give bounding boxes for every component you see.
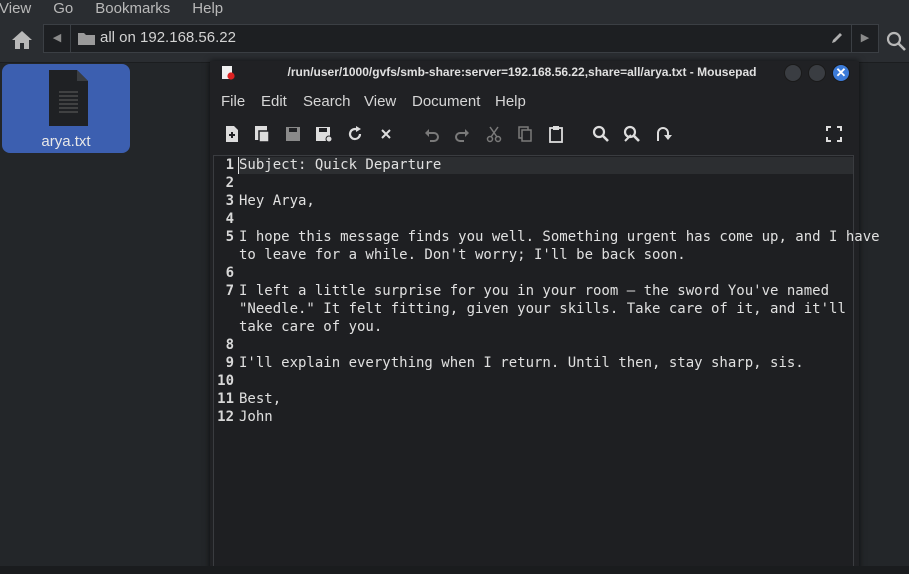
- text-cursor: [238, 157, 239, 174]
- line-number: 9: [225, 355, 234, 371]
- editor-line-text[interactable]: I hope this message finds you well. Some…: [239, 228, 880, 246]
- redo-icon[interactable]: [452, 124, 472, 144]
- menu-file[interactable]: File: [221, 93, 245, 110]
- line-number: 5: [225, 229, 234, 245]
- line-number: 4: [225, 211, 234, 227]
- mousepad-menubar: File Edit Search View Document Help: [210, 91, 859, 113]
- editor-line-text[interactable]: I'll explain everything when I return. U…: [239, 354, 804, 372]
- copy-icon[interactable]: [515, 124, 535, 144]
- menu-document[interactable]: Document: [412, 93, 480, 110]
- file-item-arya[interactable]: arya.txt: [2, 64, 130, 153]
- mousepad-toolbar: [210, 122, 859, 146]
- bottom-bar: [0, 566, 909, 574]
- line-number: 6: [225, 265, 234, 281]
- editor-line-text[interactable]: John: [239, 408, 273, 426]
- location-path[interactable]: all on 192.168.56.22: [100, 29, 236, 46]
- goto-icon[interactable]: [653, 124, 673, 144]
- maximize-button[interactable]: [808, 64, 826, 82]
- fullscreen-icon[interactable]: [824, 124, 844, 144]
- text-editor[interactable]: 1 Subject: Quick Departure 2 3 Hey Arya, 4 5 I …: [213, 155, 880, 569]
- editor-line-text[interactable]: "Needle." It felt fitting, given your sk…: [239, 300, 846, 318]
- close-button[interactable]: ✕: [832, 64, 850, 82]
- window-titlebar[interactable]: /run/user/1000/gvfs/smb-share:server=192…: [210, 61, 859, 84]
- find-icon[interactable]: [591, 124, 611, 144]
- find-replace-icon[interactable]: [622, 124, 642, 144]
- editor-line-text[interactable]: Hey Arya,: [239, 192, 315, 210]
- location-scroll-left-icon[interactable]: ◀: [44, 25, 71, 52]
- line-number: 2: [225, 175, 234, 191]
- line-number: 11: [217, 391, 234, 407]
- new-document-icon[interactable]: [222, 124, 242, 144]
- menu-view[interactable]: View: [364, 93, 396, 110]
- home-icon[interactable]: [11, 30, 33, 50]
- paste-icon[interactable]: [546, 124, 566, 144]
- line-number: 7: [225, 283, 234, 299]
- menu-help[interactable]: Help: [192, 1, 245, 17]
- close-document-icon[interactable]: [376, 124, 396, 144]
- reload-icon[interactable]: [345, 124, 365, 144]
- editor-line-text[interactable]: Subject: Quick Departure: [239, 156, 441, 174]
- file-manager-menubar: View Go Bookmarks Help: [0, 0, 909, 18]
- menu-bookmarks[interactable]: Bookmarks: [95, 1, 192, 17]
- mousepad-window: /run/user/1000/gvfs/smb-share:server=192…: [210, 61, 880, 574]
- editor-line-text[interactable]: take care of you.: [239, 318, 382, 336]
- save-icon[interactable]: [283, 124, 303, 144]
- menu-search[interactable]: Search: [303, 93, 351, 110]
- menu-edit[interactable]: Edit: [261, 93, 287, 110]
- file-name-label: arya.txt: [41, 133, 91, 150]
- editor-line-text[interactable]: to leave for a while. Don't worry; I'll …: [239, 246, 686, 264]
- edit-location-icon[interactable]: [830, 31, 844, 45]
- menu-view[interactable]: View: [0, 1, 53, 17]
- location-scroll-right-icon[interactable]: ▶: [851, 25, 878, 52]
- line-number: 1: [225, 157, 234, 173]
- window-title: /run/user/1000/gvfs/smb-share:server=192…: [287, 65, 757, 79]
- folder-icon: [78, 31, 95, 45]
- menu-help[interactable]: Help: [495, 93, 526, 110]
- save-as-icon[interactable]: [314, 124, 334, 144]
- undo-icon[interactable]: [422, 124, 442, 144]
- menu-go[interactable]: Go: [53, 1, 95, 17]
- new-window-icon[interactable]: [252, 124, 272, 144]
- file-manager-toolbar: ◀ all on 192.168.56.22 ▶: [0, 18, 909, 62]
- line-number: 8: [225, 337, 234, 353]
- editor-line-text[interactable]: I left a little surprise for you in your…: [239, 282, 829, 300]
- editor-line-text[interactable]: Best,: [239, 390, 281, 408]
- line-number: 10: [217, 373, 234, 389]
- line-number: 12: [217, 409, 234, 425]
- minimize-button[interactable]: [784, 64, 802, 82]
- search-icon[interactable]: [885, 30, 907, 52]
- location-bar[interactable]: ◀ all on 192.168.56.22 ▶: [43, 24, 879, 53]
- cut-icon[interactable]: [484, 124, 504, 144]
- text-file-icon: [46, 70, 88, 126]
- line-number: 3: [225, 193, 234, 209]
